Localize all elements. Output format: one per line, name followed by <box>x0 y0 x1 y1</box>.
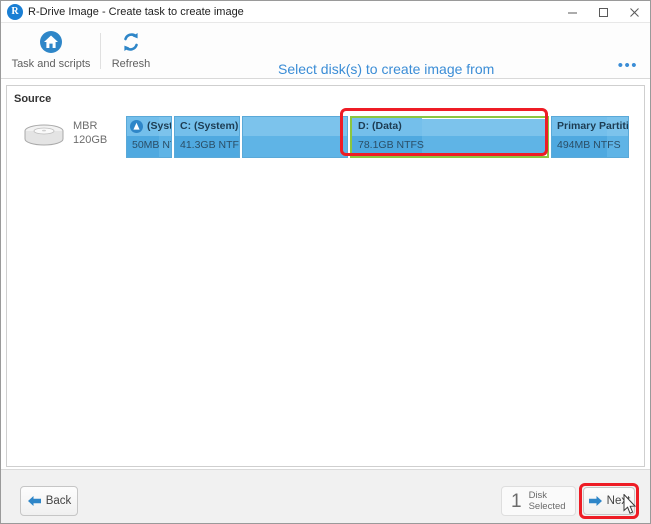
footer-bar: Back 1 Disk Selected <box>1 469 650 523</box>
system-reserved-icon <box>130 120 143 133</box>
partition-name: Primary Partitio <box>557 120 629 132</box>
minimize-icon[interactable] <box>557 1 588 23</box>
refresh-label: Refresh <box>111 58 151 70</box>
more-options-icon[interactable]: ••• <box>618 58 638 73</box>
partition-size: 41.3GB NTFS <box>180 139 240 151</box>
partition-name: C: (System) <box>180 120 239 132</box>
source-panel: Source MBR 120GB (Syst 50MB NT C: (System)… <box>6 85 645 467</box>
title-bar: R R-Drive Image - Create task to create … <box>1 1 650 23</box>
selection-count: 1 <box>511 490 522 512</box>
toolbar: Task and scripts Refresh Select disk(s) … <box>1 23 650 79</box>
task-and-scripts-button[interactable]: Task and scripts <box>3 27 99 75</box>
disk-info: MBR 120GB <box>73 119 107 147</box>
refresh-icon <box>119 29 143 55</box>
task-and-scripts-label: Task and scripts <box>11 58 91 70</box>
selection-text: Disk Selected <box>529 490 566 512</box>
source-heading: Source <box>14 93 52 105</box>
partition-block[interactable] <box>242 116 348 158</box>
back-button[interactable]: Back <box>20 486 78 516</box>
partition-block[interactable]: (Syst 50MB NT <box>126 116 172 158</box>
partition-size: 78.1GB NTFS <box>358 139 424 151</box>
close-icon[interactable] <box>619 1 650 23</box>
selection-summary: 1 Disk Selected <box>501 486 576 516</box>
partition-block[interactable]: Primary Partitio 494MB NTFS <box>551 116 629 158</box>
partition-size: 494MB NTFS <box>557 139 621 151</box>
refresh-button[interactable]: Refresh <box>101 27 161 75</box>
disk-row[interactable]: MBR 120GB (Syst 50MB NT C: (System) 41.3GB … <box>7 110 644 166</box>
home-icon <box>39 29 63 55</box>
window-controls <box>557 1 650 23</box>
partition-name: (Syst <box>147 120 172 132</box>
disk-scheme: MBR <box>73 120 98 132</box>
partition-block[interactable]: C: (System) 41.3GB NTFS <box>174 116 240 158</box>
hard-disk-icon <box>21 122 67 152</box>
selection-text-line1: Disk <box>528 490 548 501</box>
partition-map: (Syst 50MB NT C: (System) 41.3GB NTFS D: (Da… <box>126 116 640 158</box>
mouse-cursor <box>623 493 637 520</box>
disk-capacity: 120GB <box>73 134 108 146</box>
arrow-left-icon <box>27 495 42 507</box>
selection-text-line2: Selected <box>528 501 566 512</box>
partition-name: D: (Data) <box>358 120 402 132</box>
arrow-right-icon <box>588 495 603 507</box>
page-title: Select disk(s) to create image from <box>278 61 495 77</box>
back-label: Back <box>45 495 72 507</box>
r-drive-logo-icon: R <box>7 3 23 20</box>
r-drive-image-window: R R-Drive Image - Create task to create … <box>0 0 651 524</box>
partition-block[interactable]: D: (Data) 78.1GB NTFS <box>350 116 549 158</box>
partition-size: 50MB NT <box>132 139 172 151</box>
maximize-icon[interactable] <box>588 1 619 23</box>
window-title: R-Drive Image - Create task to create im… <box>28 5 244 18</box>
